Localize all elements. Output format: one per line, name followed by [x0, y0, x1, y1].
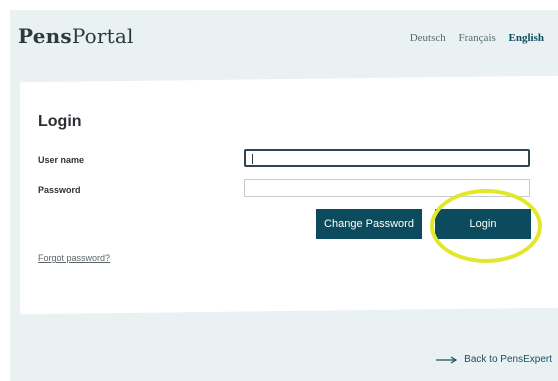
username-label: User name	[38, 155, 85, 165]
forgot-password-link[interactable]: Forgot password?	[38, 253, 110, 263]
logo: PensPortal	[18, 24, 134, 48]
username-field[interactable]	[244, 149, 530, 167]
back-label: Back to PensExpert	[464, 354, 552, 365]
lang-francais[interactable]: Français	[459, 32, 496, 44]
change-password-button[interactable]: Change Password	[316, 209, 422, 239]
login-button[interactable]: Login	[435, 209, 531, 239]
lang-english[interactable]: English	[509, 32, 544, 44]
page-title: Login	[38, 113, 82, 130]
text-caret	[252, 154, 253, 164]
password-label: Password	[38, 185, 81, 195]
language-nav: Deutsch Français English	[400, 32, 544, 44]
arrow-right-icon	[436, 355, 458, 364]
password-field[interactable]	[244, 179, 530, 197]
lang-deutsch[interactable]: Deutsch	[410, 32, 446, 44]
back-link[interactable]: Back to PensExpert	[436, 354, 552, 365]
login-form: Login User name Password Change Password…	[20, 79, 558, 311]
